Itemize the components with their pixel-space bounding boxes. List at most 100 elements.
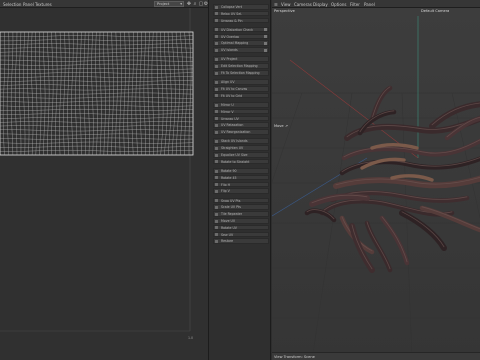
- tool-icon: [215, 130, 218, 134]
- tool-item-label: Mirror V: [221, 109, 234, 114]
- tool-item[interactable]: Snap UV Pts: [213, 197, 269, 204]
- tool-item[interactable]: Move UV: [213, 218, 269, 224]
- tool-item-label: Align UV: [221, 80, 235, 85]
- uv-viewport[interactable]: 1.0: [0, 8, 208, 360]
- tool-item-label: Rotate to Straight: [221, 159, 250, 164]
- tool-item[interactable]: Rotate 90: [213, 168, 269, 174]
- tool-item-label: Rotate 90: [221, 169, 237, 173]
- tool-item[interactable]: Unwrap UV: [213, 115, 269, 122]
- uv-wire-v: [59, 31, 62, 156]
- uv-wire-v: [95, 31, 98, 156]
- uv-wire-v: [19, 31, 22, 156]
- tool-item[interactable]: UV Reorganization: [213, 129, 269, 135]
- uv-wire-v: [139, 31, 142, 156]
- tool-item[interactable]: Align UV: [213, 79, 269, 85]
- uv-wire-v: [160, 31, 164, 156]
- tool-item[interactable]: Rotate to Straight: [213, 158, 269, 165]
- menu-textures[interactable]: Textures: [35, 2, 52, 7]
- tool-option-icon[interactable]: [264, 35, 267, 39]
- tool-icon: [215, 110, 218, 114]
- project-dropdown[interactable]: Project ▾: [154, 1, 184, 7]
- tool-option-icon[interactable]: [264, 28, 267, 32]
- tool-icon: [215, 123, 218, 127]
- tool-item-label: UV Reorganization: [221, 130, 251, 135]
- uv-wire-v: [91, 31, 94, 156]
- uv-editor-panel: Selection Panel Textures Project ▾ ✥ ⌕ ▢…: [0, 0, 208, 360]
- tool-item[interactable]: Edit Selection Mapping: [213, 63, 269, 69]
- tool-item[interactable]: Relax UV Sel.: [213, 10, 269, 17]
- tool-item[interactable]: Flip V: [213, 188, 269, 194]
- default-camera-label[interactable]: Default Camera: [421, 9, 449, 13]
- uv-wire-v: [83, 31, 86, 156]
- uv-wire-v: [47, 31, 50, 156]
- tool-item-label: Sew UV: [221, 232, 234, 237]
- uv-wire-v: [10, 31, 14, 156]
- tool-icon: [215, 94, 218, 98]
- menu-cameras[interactable]: Cameras: [294, 2, 312, 7]
- uv-wire-v: [180, 31, 184, 156]
- tool-item[interactable]: UV Relaxation: [213, 122, 269, 128]
- tool-item-label: Tile Repeater: [221, 212, 243, 217]
- tool-item-label: Rotate 45: [221, 175, 237, 180]
- view-transform-label: View Transform: Scene: [274, 355, 315, 359]
- tool-icon: [215, 212, 218, 216]
- move-label[interactable]: Move: [274, 124, 284, 128]
- tool-item[interactable]: Rotate UV: [213, 224, 269, 231]
- menu-view[interactable]: View: [281, 2, 291, 7]
- tool-item[interactable]: Fit To Selection Mapping: [213, 70, 269, 76]
- menu-selection[interactable]: Selection: [3, 2, 21, 7]
- tool-item[interactable]: Collapse Vert: [213, 4, 269, 10]
- uv-canvas[interactable]: [0, 8, 208, 360]
- tool-item[interactable]: Mirror U: [213, 102, 269, 108]
- tool-item[interactable]: Flip H: [213, 181, 269, 188]
- tool-item[interactable]: Rotate 45: [213, 174, 269, 181]
- tool-item[interactable]: Straighten UV: [213, 145, 269, 151]
- tool-icon: [215, 57, 218, 61]
- tool-icon: [215, 48, 218, 52]
- tool-item[interactable]: UV Overlap: [213, 33, 269, 40]
- tool-item[interactable]: UV Project: [213, 56, 269, 62]
- uv-wire-v: [51, 31, 54, 156]
- hamburger-icon[interactable]: ☰: [274, 2, 278, 7]
- tool-item[interactable]: Tile Repeater: [213, 211, 269, 217]
- tool-item[interactable]: Equalize UV Size: [213, 152, 269, 158]
- uv-island: [0, 31, 194, 156]
- uv-wire-v: [55, 31, 58, 156]
- tool-item[interactable]: Optimal Mapping: [213, 40, 269, 46]
- menu-filter[interactable]: Filter: [350, 2, 360, 7]
- uv-wire-h: [0, 51, 194, 54]
- camera-label[interactable]: Perspective: [274, 9, 295, 13]
- tool-item[interactable]: Restore: [213, 238, 269, 244]
- tool-item[interactable]: Stack UV Islands: [213, 138, 269, 144]
- 3d-viewport[interactable]: Perspective Default Camera Move ↗: [272, 8, 480, 360]
- project-dropdown-value: Project: [157, 2, 170, 6]
- tool-item[interactable]: Fit UV to Canvas: [213, 86, 269, 92]
- tool-item[interactable]: UV Islands: [213, 47, 269, 53]
- tool-item[interactable]: Fit UV to Grid: [213, 92, 269, 99]
- tool-item[interactable]: Unwrap & Pin: [213, 17, 269, 24]
- menu-display[interactable]: Display: [313, 2, 328, 7]
- uv-wire-h: [0, 55, 194, 58]
- menu-options[interactable]: Options: [331, 2, 346, 7]
- uv-wire-h: [0, 68, 194, 70]
- uv-wire-h: [0, 109, 194, 111]
- tool-item[interactable]: Sew UV: [213, 231, 269, 238]
- tool-item[interactable]: UV Distortion Check: [213, 26, 269, 33]
- menu-panel[interactable]: Panel: [23, 2, 34, 7]
- tool-item[interactable]: Scale UV Pts: [213, 204, 269, 210]
- viewport-scene[interactable]: [272, 8, 480, 360]
- tool-option-icon[interactable]: [264, 41, 267, 45]
- tool-icon: [215, 226, 218, 230]
- uv-wire-h: [0, 80, 194, 83]
- tool-item-label: Unwrap & Pin: [221, 18, 243, 23]
- tool-item[interactable]: Mirror V: [213, 108, 269, 115]
- tool-icon: [215, 12, 218, 16]
- uv-wire-v: [127, 31, 130, 156]
- uv-wire-v: [23, 31, 26, 156]
- tool-icon: [215, 160, 218, 164]
- move-arrow-icon[interactable]: ↗: [285, 124, 288, 128]
- tool-icon: [215, 19, 218, 23]
- menu-panel[interactable]: Panel: [364, 2, 375, 7]
- tool-option-icon[interactable]: [264, 48, 267, 52]
- uv-wire-v: [119, 31, 122, 156]
